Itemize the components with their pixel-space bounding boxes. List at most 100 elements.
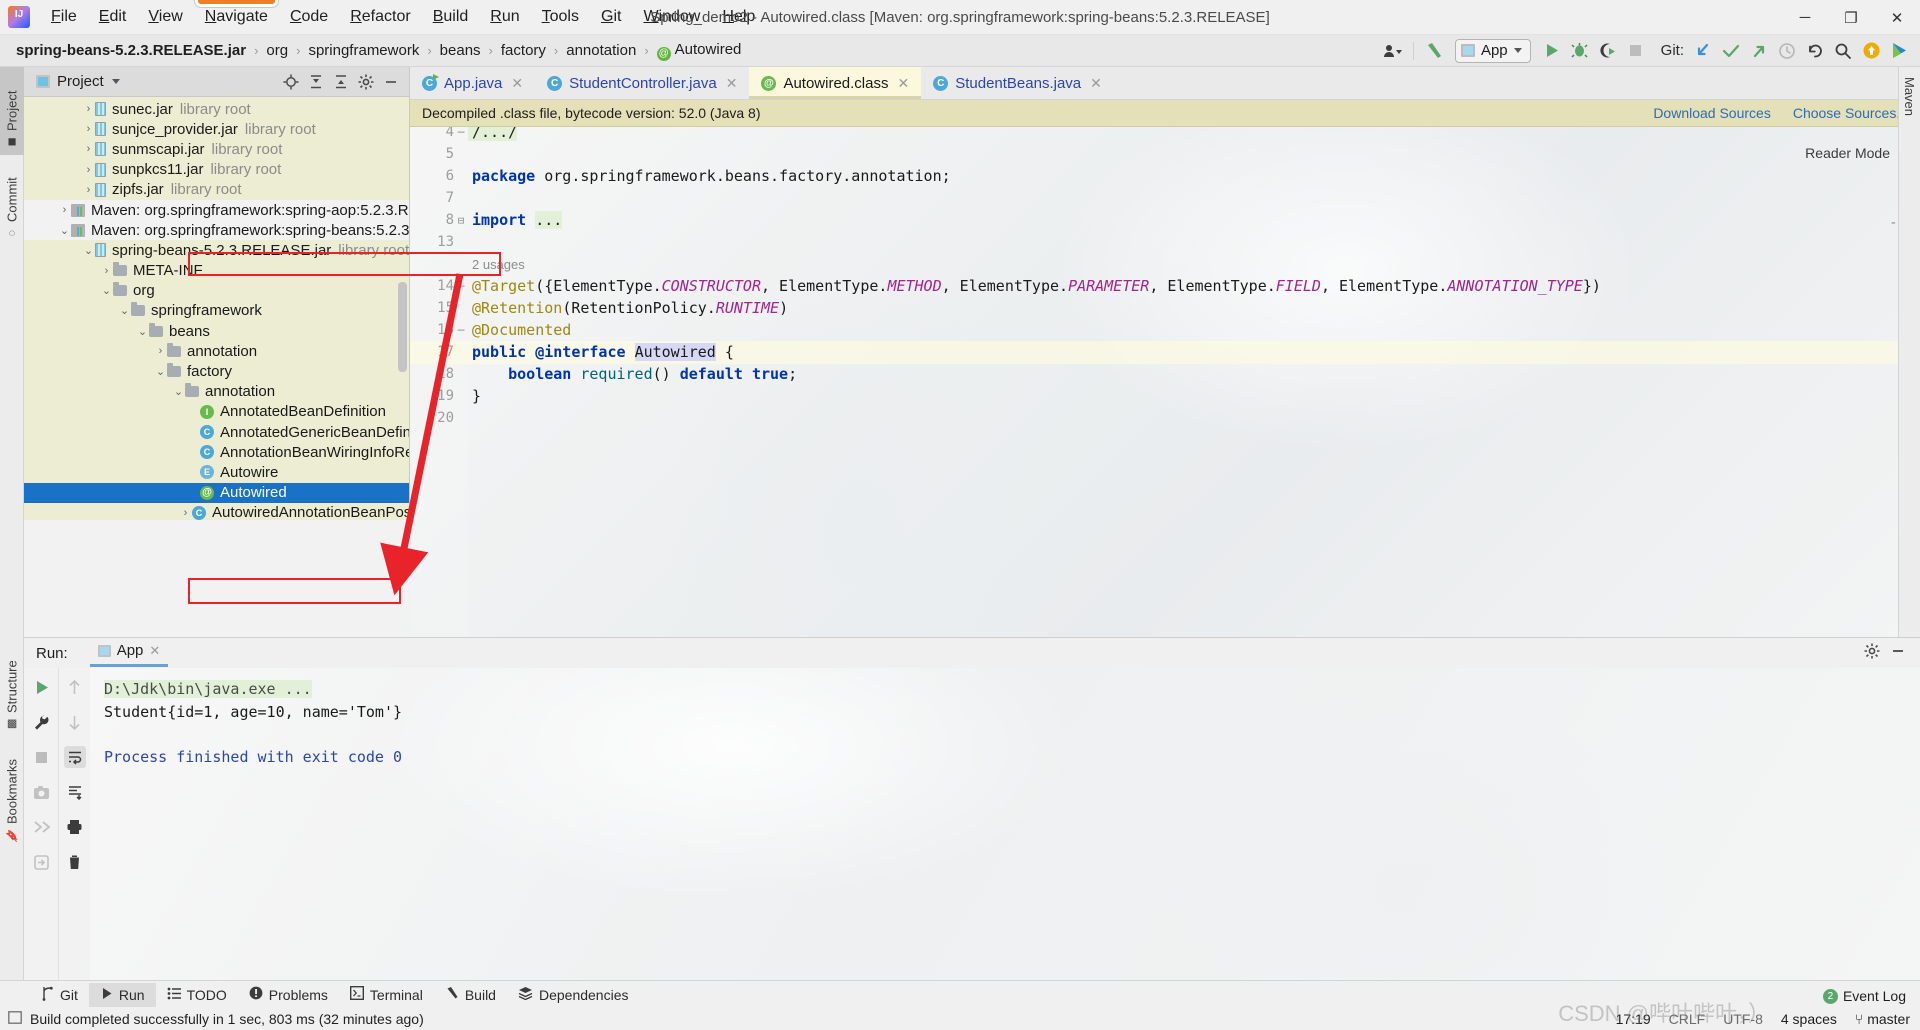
- code-line-18[interactable]: 18 boolean required() default true;: [410, 363, 1920, 386]
- locate-icon[interactable]: [280, 71, 302, 93]
- chevron-down-icon[interactable]: [111, 79, 120, 84]
- menu-item-refactor[interactable]: Refactor: [339, 4, 421, 30]
- bottom-tab-todo[interactable]: TODO: [156, 983, 238, 1007]
- fold-marker[interactable]: ─: [454, 280, 468, 293]
- clear-all-icon[interactable]: [64, 851, 86, 873]
- commit-icon[interactable]: [1718, 38, 1744, 64]
- chevron-right-icon[interactable]: ›: [58, 204, 71, 216]
- settings-gear-icon[interactable]: [355, 71, 377, 93]
- code-line-17[interactable]: 17 public @interface Autowired {: [410, 341, 1920, 364]
- tree-row-annotation-bean-wiring-info-resolver[interactable]: C AnnotationBeanWiringInfoResolv: [24, 442, 409, 462]
- wrench-icon[interactable]: [30, 711, 52, 733]
- tree-row-factory-annotation[interactable]: ⌄ annotation: [24, 382, 409, 402]
- menu-item-edit[interactable]: Edit: [88, 4, 138, 30]
- tree-row-factory[interactable]: ⌄ factory: [24, 361, 409, 381]
- tree-row-autowire[interactable]: E Autowire: [24, 462, 409, 482]
- code-line-5[interactable]: 5: [410, 143, 1920, 166]
- event-log-indicator[interactable]: 2 Event Log: [1822, 988, 1906, 1004]
- code-line-14[interactable]: 14 ─ @Target({ElementType.CONSTRUCTOR, E…: [410, 275, 1920, 298]
- code-line-16[interactable]: 16 ─ @Documented: [410, 319, 1920, 342]
- scroll-up-icon[interactable]: [64, 676, 86, 698]
- run-console[interactable]: D:\Jdk\bin\java.exe ... Student{id=1, ag…: [90, 668, 1920, 981]
- chevron-down-icon[interactable]: ⌄: [136, 325, 149, 338]
- tab-app-java[interactable]: C App.java ✕: [410, 67, 535, 99]
- bottom-tab-run[interactable]: Run: [88, 982, 156, 1007]
- run-tab-app[interactable]: App ✕: [89, 639, 169, 667]
- chevron-right-icon[interactable]: ›: [82, 164, 95, 176]
- chevron-right-icon[interactable]: ›: [179, 507, 192, 519]
- sidebar-item-commit[interactable]: ◌ Commit: [0, 159, 24, 245]
- code-line-8[interactable]: 8 ⊟ import ...: [410, 209, 1920, 232]
- code-line-19[interactable]: 19 }: [410, 385, 1920, 408]
- close-button[interactable]: ✕: [1874, 0, 1920, 35]
- tree-row-maven-spring-aop[interactable]: › Maven: org.springframework:spring-aop:…: [24, 199, 409, 221]
- breadcrumb-beans[interactable]: beans: [436, 40, 485, 61]
- menu-item-navigate[interactable]: Navigate: [194, 0, 279, 30]
- menu-item-build[interactable]: Build: [422, 4, 480, 30]
- tree-row-org[interactable]: ⌄ org: [24, 281, 409, 301]
- code-line-6[interactable]: 6 package org.springframework.beans.fact…: [410, 165, 1920, 188]
- close-icon[interactable]: ✕: [897, 75, 909, 92]
- debug-icon[interactable]: [1567, 38, 1593, 64]
- tree-row-annotated-bean-definition[interactable]: I AnnotatedBeanDefinition: [24, 402, 409, 422]
- tree-row-annotated-generic-bean-definition[interactable]: C AnnotatedGenericBeanDefinition: [24, 422, 409, 442]
- menu-item-code[interactable]: Code: [279, 4, 339, 30]
- ide-assistant-icon[interactable]: [1886, 38, 1912, 64]
- choose-sources-link[interactable]: Choose Sources...: [1793, 105, 1908, 121]
- breadcrumb-jar[interactable]: spring-beans-5.2.3.RELEASE.jar: [12, 40, 250, 61]
- tree-row-sunec-jar[interactable]: › sunec.jar library root: [24, 99, 409, 119]
- tree-row-beans[interactable]: ⌄ beans: [24, 321, 409, 341]
- print-icon[interactable]: [64, 816, 86, 838]
- code-usage-hint[interactable]: 2 usages: [410, 253, 1920, 276]
- sidebar-item-project[interactable]: ◼ Project: [0, 67, 24, 155]
- collapse-all-icon[interactable]: [330, 71, 352, 93]
- scroll-to-end-icon[interactable]: [64, 781, 86, 803]
- history-icon[interactable]: [1774, 38, 1800, 64]
- breadcrumb-autowired[interactable]: @ Autowired: [653, 39, 746, 63]
- bottom-tab-terminal[interactable]: Terminal: [339, 982, 434, 1007]
- tree-row-autowired[interactable]: @ Autowired: [24, 482, 409, 503]
- breadcrumb-factory[interactable]: factory: [497, 40, 550, 61]
- close-icon[interactable]: ✕: [511, 75, 523, 92]
- chevron-right-icon[interactable]: ›: [100, 265, 113, 277]
- menu-item-file[interactable]: File: [40, 4, 88, 30]
- run-configuration-selector[interactable]: App: [1454, 38, 1531, 63]
- menu-item-view[interactable]: View: [137, 4, 193, 30]
- project-tree[interactable]: › sunec.jar library root › sunjce_provid…: [24, 97, 409, 520]
- sidebar-item-bookmarks[interactable]: 🔖 Bookmarks: [0, 743, 24, 848]
- rerun-icon[interactable]: [30, 676, 52, 698]
- chevron-down-icon[interactable]: ⌄: [58, 224, 71, 237]
- user-settings-icon[interactable]: [1380, 38, 1406, 64]
- expand-all-icon[interactable]: [305, 71, 327, 93]
- run-coverage-icon[interactable]: [1595, 38, 1621, 64]
- breadcrumb-org[interactable]: org: [262, 40, 292, 61]
- code-line-4[interactable]: 4 ─ /.../: [410, 127, 1920, 144]
- menu-item-git[interactable]: Git: [590, 4, 632, 30]
- tree-row-meta-inf[interactable]: › META-INF: [24, 261, 409, 281]
- tab-autowired-class[interactable]: @ Autowired.class ✕: [749, 67, 922, 99]
- chevron-right-icon[interactable]: ›: [154, 345, 167, 357]
- updates-icon[interactable]: [1858, 38, 1884, 64]
- status-encoding[interactable]: UTF-8: [1723, 1011, 1763, 1027]
- status-line-separator[interactable]: CRLF: [1669, 1011, 1706, 1027]
- hide-panel-icon[interactable]: [1890, 643, 1906, 663]
- project-tree-scrollbar[interactable]: [398, 282, 407, 372]
- tree-row-autowired-annotation-bean-post-processor[interactable]: › C AutowiredAnnotationBeanPostPr: [24, 503, 409, 520]
- breadcrumb-springframework[interactable]: springframework: [304, 40, 423, 61]
- close-icon[interactable]: ✕: [149, 643, 160, 659]
- chevron-right-icon[interactable]: ›: [82, 103, 95, 115]
- menu-item-help[interactable]: Help: [711, 4, 766, 30]
- event-log-label[interactable]: Event Log: [1843, 988, 1906, 1004]
- chevron-down-icon[interactable]: ⌄: [172, 385, 185, 398]
- status-branch[interactable]: ⑂ master: [1855, 1011, 1910, 1027]
- rollback-icon[interactable]: [1802, 38, 1828, 64]
- tab-student-beans-java[interactable]: C StudentBeans.java ✕: [921, 67, 1114, 99]
- push-icon[interactable]: [1746, 38, 1772, 64]
- hide-panel-icon[interactable]: [380, 71, 402, 93]
- fold-marker[interactable]: ⊟: [454, 214, 468, 227]
- tree-row-annotation[interactable]: › annotation: [24, 341, 409, 361]
- tab-student-controller-java[interactable]: C StudentController.java ✕: [535, 67, 749, 99]
- fold-marker[interactable]: ─: [454, 324, 468, 337]
- search-everywhere-icon[interactable]: [1830, 38, 1856, 64]
- code-editor[interactable]: 4 ─ /.../ 5 6 package org.springframewor…: [410, 127, 1920, 637]
